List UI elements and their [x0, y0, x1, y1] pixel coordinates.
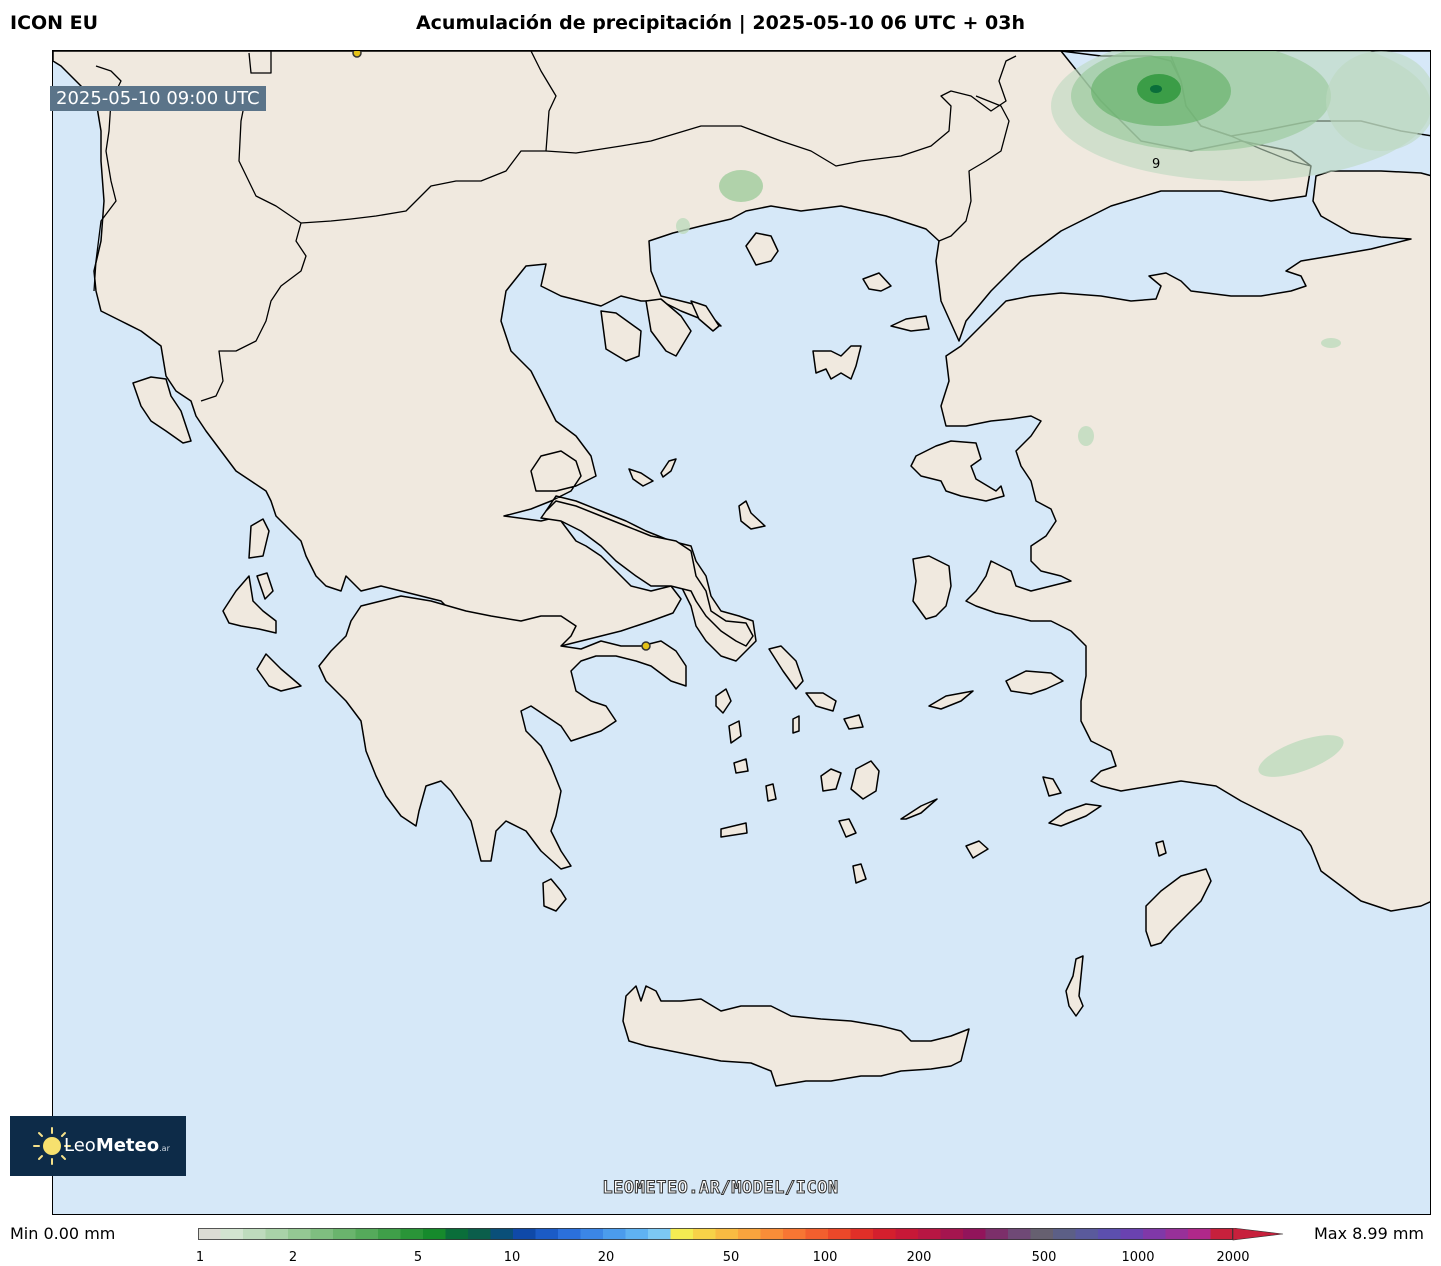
colorbar-segment: [738, 1228, 761, 1240]
colorbar-tick-label: 100: [812, 1250, 838, 1265]
colorbar-segment: [648, 1228, 671, 1240]
colorbar-tick-label: 50: [722, 1250, 740, 1265]
colorbar-segment: [715, 1228, 739, 1240]
colorbar-segment: [513, 1228, 536, 1240]
colorbar-segment: [873, 1228, 896, 1240]
colorbar-segment: [828, 1228, 851, 1240]
colorbar-segment: [805, 1228, 829, 1240]
colorbar-segment: [1098, 1228, 1121, 1240]
colorbar-segment: [355, 1228, 379, 1240]
colorbar-segment: [265, 1228, 289, 1240]
colorbar-segment: [1143, 1228, 1166, 1240]
colorbar-segment: [1075, 1228, 1099, 1240]
athens-marker: [641, 641, 651, 651]
colorbar-segment: [918, 1228, 941, 1240]
colorbar-segment: [288, 1228, 311, 1240]
colorbar-segment: [333, 1228, 356, 1240]
colorbar-segment: [1165, 1228, 1189, 1240]
logo-wordmark: LeoMeteo.ar: [64, 1135, 170, 1156]
colorbar-segment: [445, 1228, 469, 1240]
colorbar-segment: [423, 1228, 446, 1240]
colorbar-segment: [535, 1228, 559, 1240]
colorbar-segment: [243, 1228, 266, 1240]
map-panel: 9: [52, 50, 1431, 1215]
colorbar-segment: [940, 1228, 964, 1240]
colorbar-segment: [963, 1228, 986, 1240]
colorbar-tick-label: 1: [195, 1250, 205, 1265]
colorbar-tick-label: 10: [503, 1250, 521, 1265]
colorbar-segment: [310, 1228, 334, 1240]
colorbar-tick-label: 500: [1031, 1250, 1057, 1265]
leometeo-logo[interactable]: LeoMeteo.ar: [10, 1116, 186, 1176]
colorbar-tick-label: 2: [288, 1250, 298, 1265]
colorbar-segment: [490, 1228, 514, 1240]
colorbar-segment: [783, 1228, 806, 1240]
colorbar-tick-label: 20: [597, 1250, 615, 1265]
colorbar-segment: [400, 1228, 424, 1240]
colorbar-segment: [985, 1228, 1009, 1240]
city-marker-north: [352, 51, 362, 58]
colorbar-segment: [580, 1228, 604, 1240]
colorbar-segment: [220, 1228, 244, 1240]
colorbar-segment: [1120, 1228, 1144, 1240]
legend-min-label: Min 0.00 mm: [10, 1224, 116, 1243]
colorbar-segment: [850, 1228, 874, 1240]
contour-label: 9: [1152, 157, 1160, 172]
legend-colorbar: [198, 1228, 1284, 1241]
legend-max-label: Max 8.99 mm: [1313, 1224, 1424, 1243]
colorbar-segment: [1008, 1228, 1031, 1240]
colorbar-extend-arrow: [1232, 1228, 1284, 1241]
colorbar-tick-label: 5: [413, 1250, 423, 1265]
colorbar-segment: [603, 1228, 626, 1240]
colorbar-segment: [1030, 1228, 1054, 1240]
watermark-url: LEOMETEO.AR/MODEL/ICON: [602, 1178, 839, 1199]
colorbar-tick-label: 2000: [1216, 1250, 1250, 1265]
colorbar-segment: [558, 1228, 581, 1240]
map-canvas: 9: [53, 51, 1430, 1214]
map-title: Acumulación de precipitación | 2025-05-1…: [415, 12, 1026, 34]
syros: [792, 715, 800, 734]
colorbar-tick-label: 200: [906, 1250, 932, 1265]
colorbar-segment: [198, 1228, 221, 1240]
colorbar-segment: [895, 1228, 919, 1240]
colorbar-segment: [1053, 1228, 1076, 1240]
colorbar-segment: [693, 1228, 716, 1240]
colorbar-segment: [468, 1228, 491, 1240]
colorbar-segment: [1210, 1228, 1234, 1240]
colorbar-segment: [760, 1228, 784, 1240]
colorbar-segment: [625, 1228, 649, 1240]
colorbar-segment: [1188, 1228, 1211, 1240]
valid-time-badge: 2025-05-10 09:00 UTC: [50, 86, 266, 111]
colorbar-segment: [378, 1228, 401, 1240]
colorbar-tick-label: 1000: [1121, 1250, 1155, 1265]
colorbar-segment: [670, 1228, 694, 1240]
